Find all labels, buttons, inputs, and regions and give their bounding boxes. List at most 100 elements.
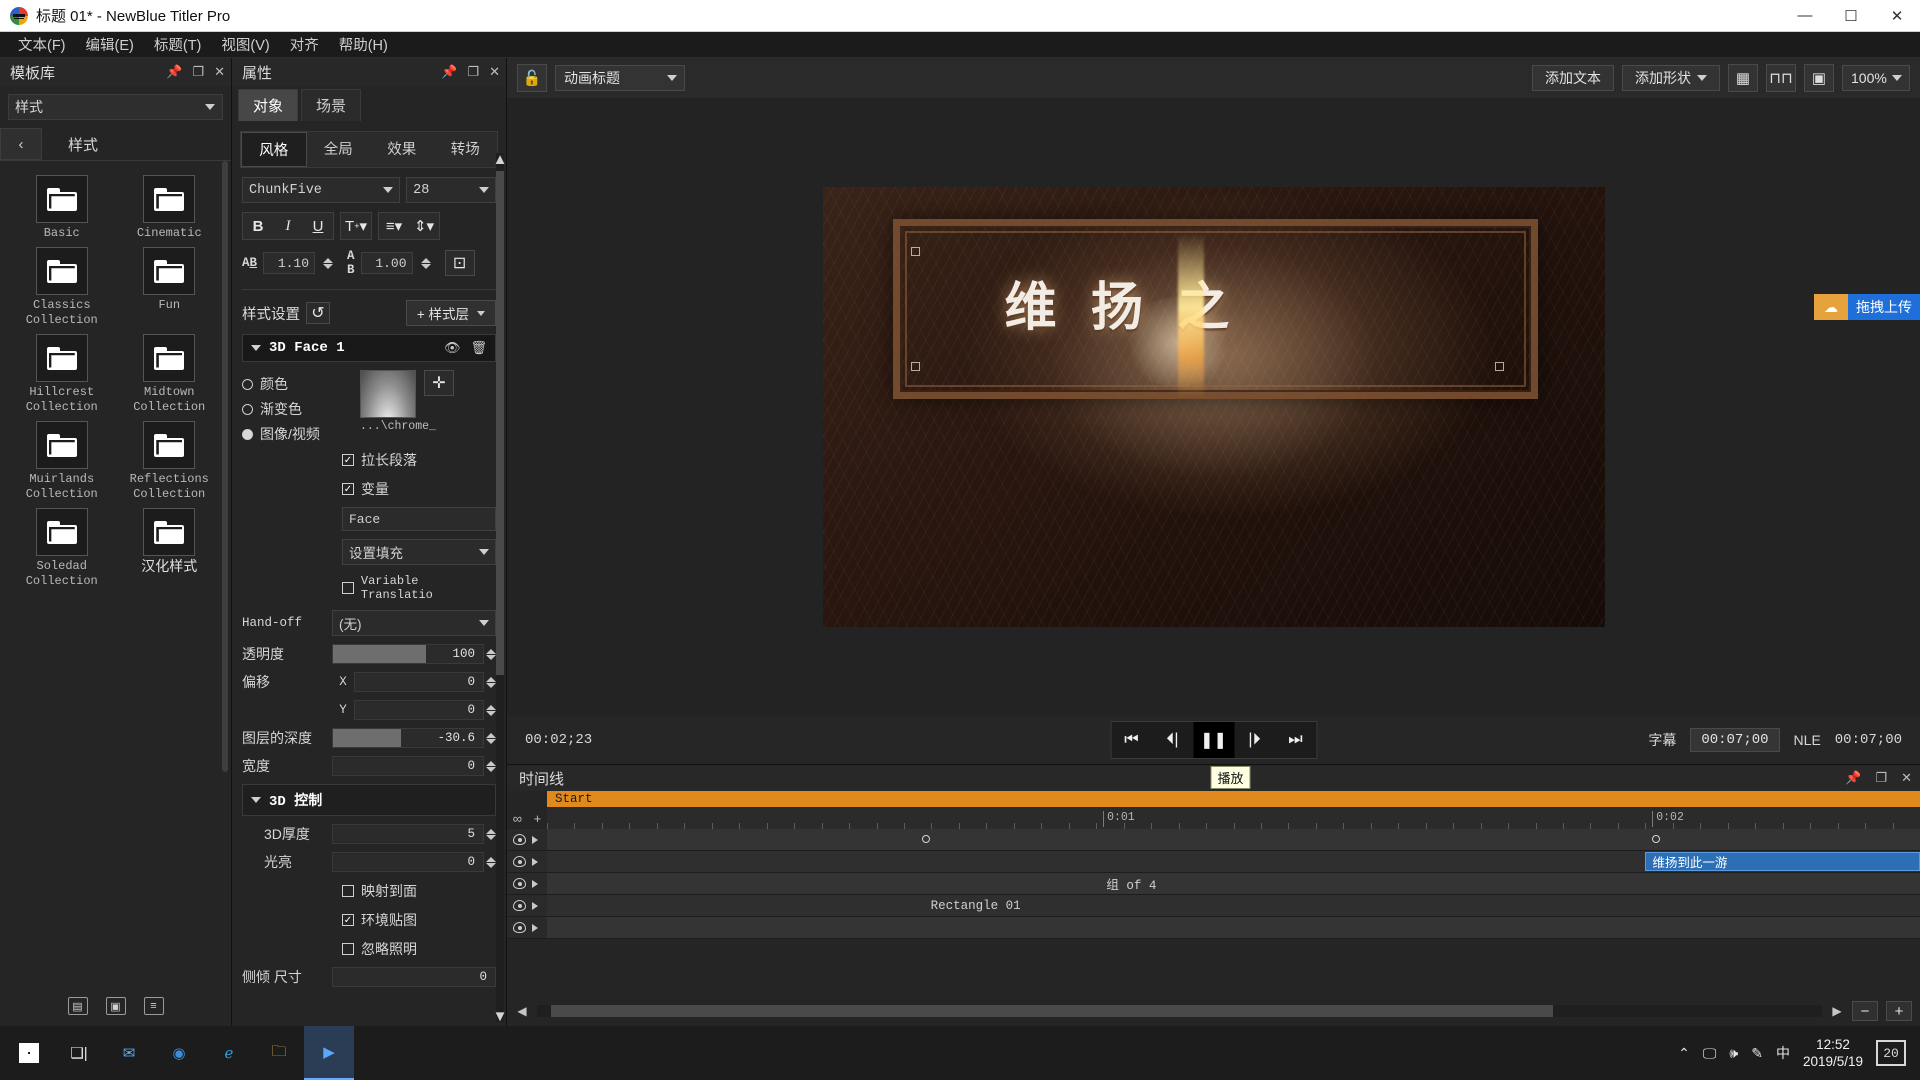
timeline-lane[interactable]: 组 of 4 [547,873,1920,894]
parameter-stepper[interactable] [486,733,496,744]
canvas-title-text[interactable]: 维 扬 之 [1005,265,1240,340]
preview-canvas[interactable]: 维 扬 之 [823,187,1605,627]
parameter-value[interactable]: 100 [332,644,484,664]
folder-thumbnail[interactable] [36,247,88,295]
tab-scene[interactable]: 场景 [301,89,361,121]
align-icon[interactable]: ≡▾ [379,213,409,239]
file-explorer-icon[interactable]: 🗀 [254,1026,304,1080]
folder-thumbnail[interactable] [36,508,88,556]
subtab-style[interactable]: 风格 [241,132,307,167]
control-checkbox[interactable] [342,885,354,897]
zoom-out-button[interactable]: − [1852,1001,1878,1021]
timeline-lane[interactable] [547,829,1920,850]
eye-icon[interactable] [513,900,526,911]
close-button[interactable]: ✕ [1874,0,1920,32]
timeline-hscrollbar[interactable] [537,1005,1822,1017]
scroll-right-icon[interactable]: ▶ [1830,1004,1844,1018]
selection-handle[interactable] [911,247,920,256]
undock-icon[interactable]: ❐ [1875,770,1887,786]
add-shape-button[interactable]: 添加形状 [1622,65,1720,91]
timeline-clip[interactable]: Rectangle 01 [925,896,1920,915]
fill-image-radio[interactable] [242,429,253,440]
font-size-select[interactable]: 28 [406,177,496,203]
scroll-left-icon[interactable]: ◀ [515,1004,529,1018]
maximize-button[interactable]: ☐ [1828,0,1874,32]
properties-scrollbar[interactable]: ▲ ▼ [496,153,504,1022]
menu-item-text[interactable]: 文本(F) [8,31,76,58]
control-section-header[interactable]: 3D 控制 [242,784,496,816]
library-back-button[interactable]: ‹ [0,128,42,160]
timeline-track-row[interactable] [507,829,1920,851]
undock-icon[interactable]: ❐ [467,64,479,80]
ime-indicator[interactable]: 中 [1776,1043,1790,1063]
go-to-start-button[interactable]: ⏮ [1111,722,1152,758]
leading-value[interactable]: 1.00 [361,252,413,274]
timeline-start-bar[interactable]: Start [547,791,1920,807]
folder-thumbnail[interactable] [36,175,88,223]
titler-pro-taskbar-icon[interactable]: ▶ [304,1026,354,1080]
link-icon[interactable]: ∞ [513,811,522,826]
underline-button[interactable]: U [303,213,333,239]
timeline-clip[interactable]: 维扬到此一游 [1645,852,1920,871]
timeline-lane[interactable]: Rectangle 01 [547,895,1920,916]
menu-item-help[interactable]: 帮助(H) [329,31,398,58]
keyframe-marker[interactable] [1652,835,1660,843]
pick-fill-icon[interactable]: ✛ [424,370,454,396]
fill-preview-swatch[interactable] [360,370,416,418]
keyframe-marker[interactable] [922,835,930,843]
subtab-transitions[interactable]: 转场 [434,132,498,167]
chevron-right-icon[interactable] [532,836,538,844]
library-folder-item[interactable]: MuirlandsCollection [8,421,116,502]
library-folder-item[interactable]: SoledadCollection [8,508,116,589]
control-checkbox[interactable]: ✓ [342,914,354,926]
timeline-lane[interactable] [547,917,1920,938]
folder-thumbnail[interactable] [143,247,195,295]
library-folder-item[interactable]: MidtownCollection [116,334,224,415]
play-pause-button[interactable]: ❚❚ [1193,722,1234,758]
parameter-value[interactable]: 0 [354,672,484,692]
parameter-stepper[interactable] [486,705,496,716]
pin-icon[interactable]: 📌 [1845,770,1861,786]
close-icon[interactable]: ✕ [1901,770,1912,786]
folder-thumbnail[interactable] [143,421,195,469]
add-style-layer-button[interactable]: + 样式层 [406,300,496,326]
edge-icon[interactable]: ℯ [204,1026,254,1080]
stretch-paragraph-checkbox[interactable]: ✓ [342,454,354,466]
visibility-icon[interactable]: 👁 [444,340,461,356]
grid-icon[interactable]: ▦ [1728,64,1758,92]
timeline-track-row[interactable] [507,917,1920,939]
control-parameter-stepper[interactable] [486,829,496,840]
title-mode-select[interactable]: 动画标题 [555,65,685,91]
new-folder-icon[interactable]: ▤ [68,997,88,1015]
set-fill-select[interactable]: 设置填充 [342,539,496,565]
parameter-stepper[interactable] [486,649,496,660]
subtab-global[interactable]: 全局 [307,132,371,167]
scroll-up-icon[interactable]: ▲ [496,153,504,165]
control-parameter-value[interactable]: 5 [332,824,484,844]
folder-thumbnail[interactable] [143,508,195,556]
eye-icon[interactable] [513,834,526,845]
undock-icon[interactable]: ❐ [192,64,204,80]
list-view-icon[interactable]: ≡ [144,997,164,1015]
timeline-lane[interactable]: 维扬到此一游 [547,851,1920,872]
fill-color-radio[interactable] [242,379,253,390]
vertical-align-icon[interactable]: ⇕▾ [409,213,439,239]
menu-item-view[interactable]: 视图(V) [211,31,279,58]
upload-side-tag[interactable]: ☁ 拖拽上传 [1814,294,1920,320]
timeline-track-row[interactable]: 组 of 4 [507,873,1920,895]
go-to-end-button[interactable]: ⏭ [1275,722,1316,758]
parameter-value[interactable]: 0 [332,756,484,776]
bevel-size-value[interactable]: 0 [332,967,496,987]
open-folder-icon[interactable]: ▣ [106,997,126,1015]
chevron-right-icon[interactable] [532,902,538,910]
mail-icon[interactable]: ✉ [104,1026,154,1080]
chevron-down-icon[interactable] [251,797,261,803]
style-layer-header[interactable]: 3D Face 1 👁 🗑 [242,334,496,362]
font-family-select[interactable]: ChunkFive [242,177,400,203]
notification-badge[interactable]: 20 [1876,1040,1906,1066]
italic-button[interactable]: I [273,213,303,239]
library-folder-item[interactable]: 汉化样式 [116,508,224,589]
parameter-stepper[interactable] [486,677,496,688]
lock-icon[interactable]: 🔓 [517,64,547,92]
folder-thumbnail[interactable] [143,175,195,223]
